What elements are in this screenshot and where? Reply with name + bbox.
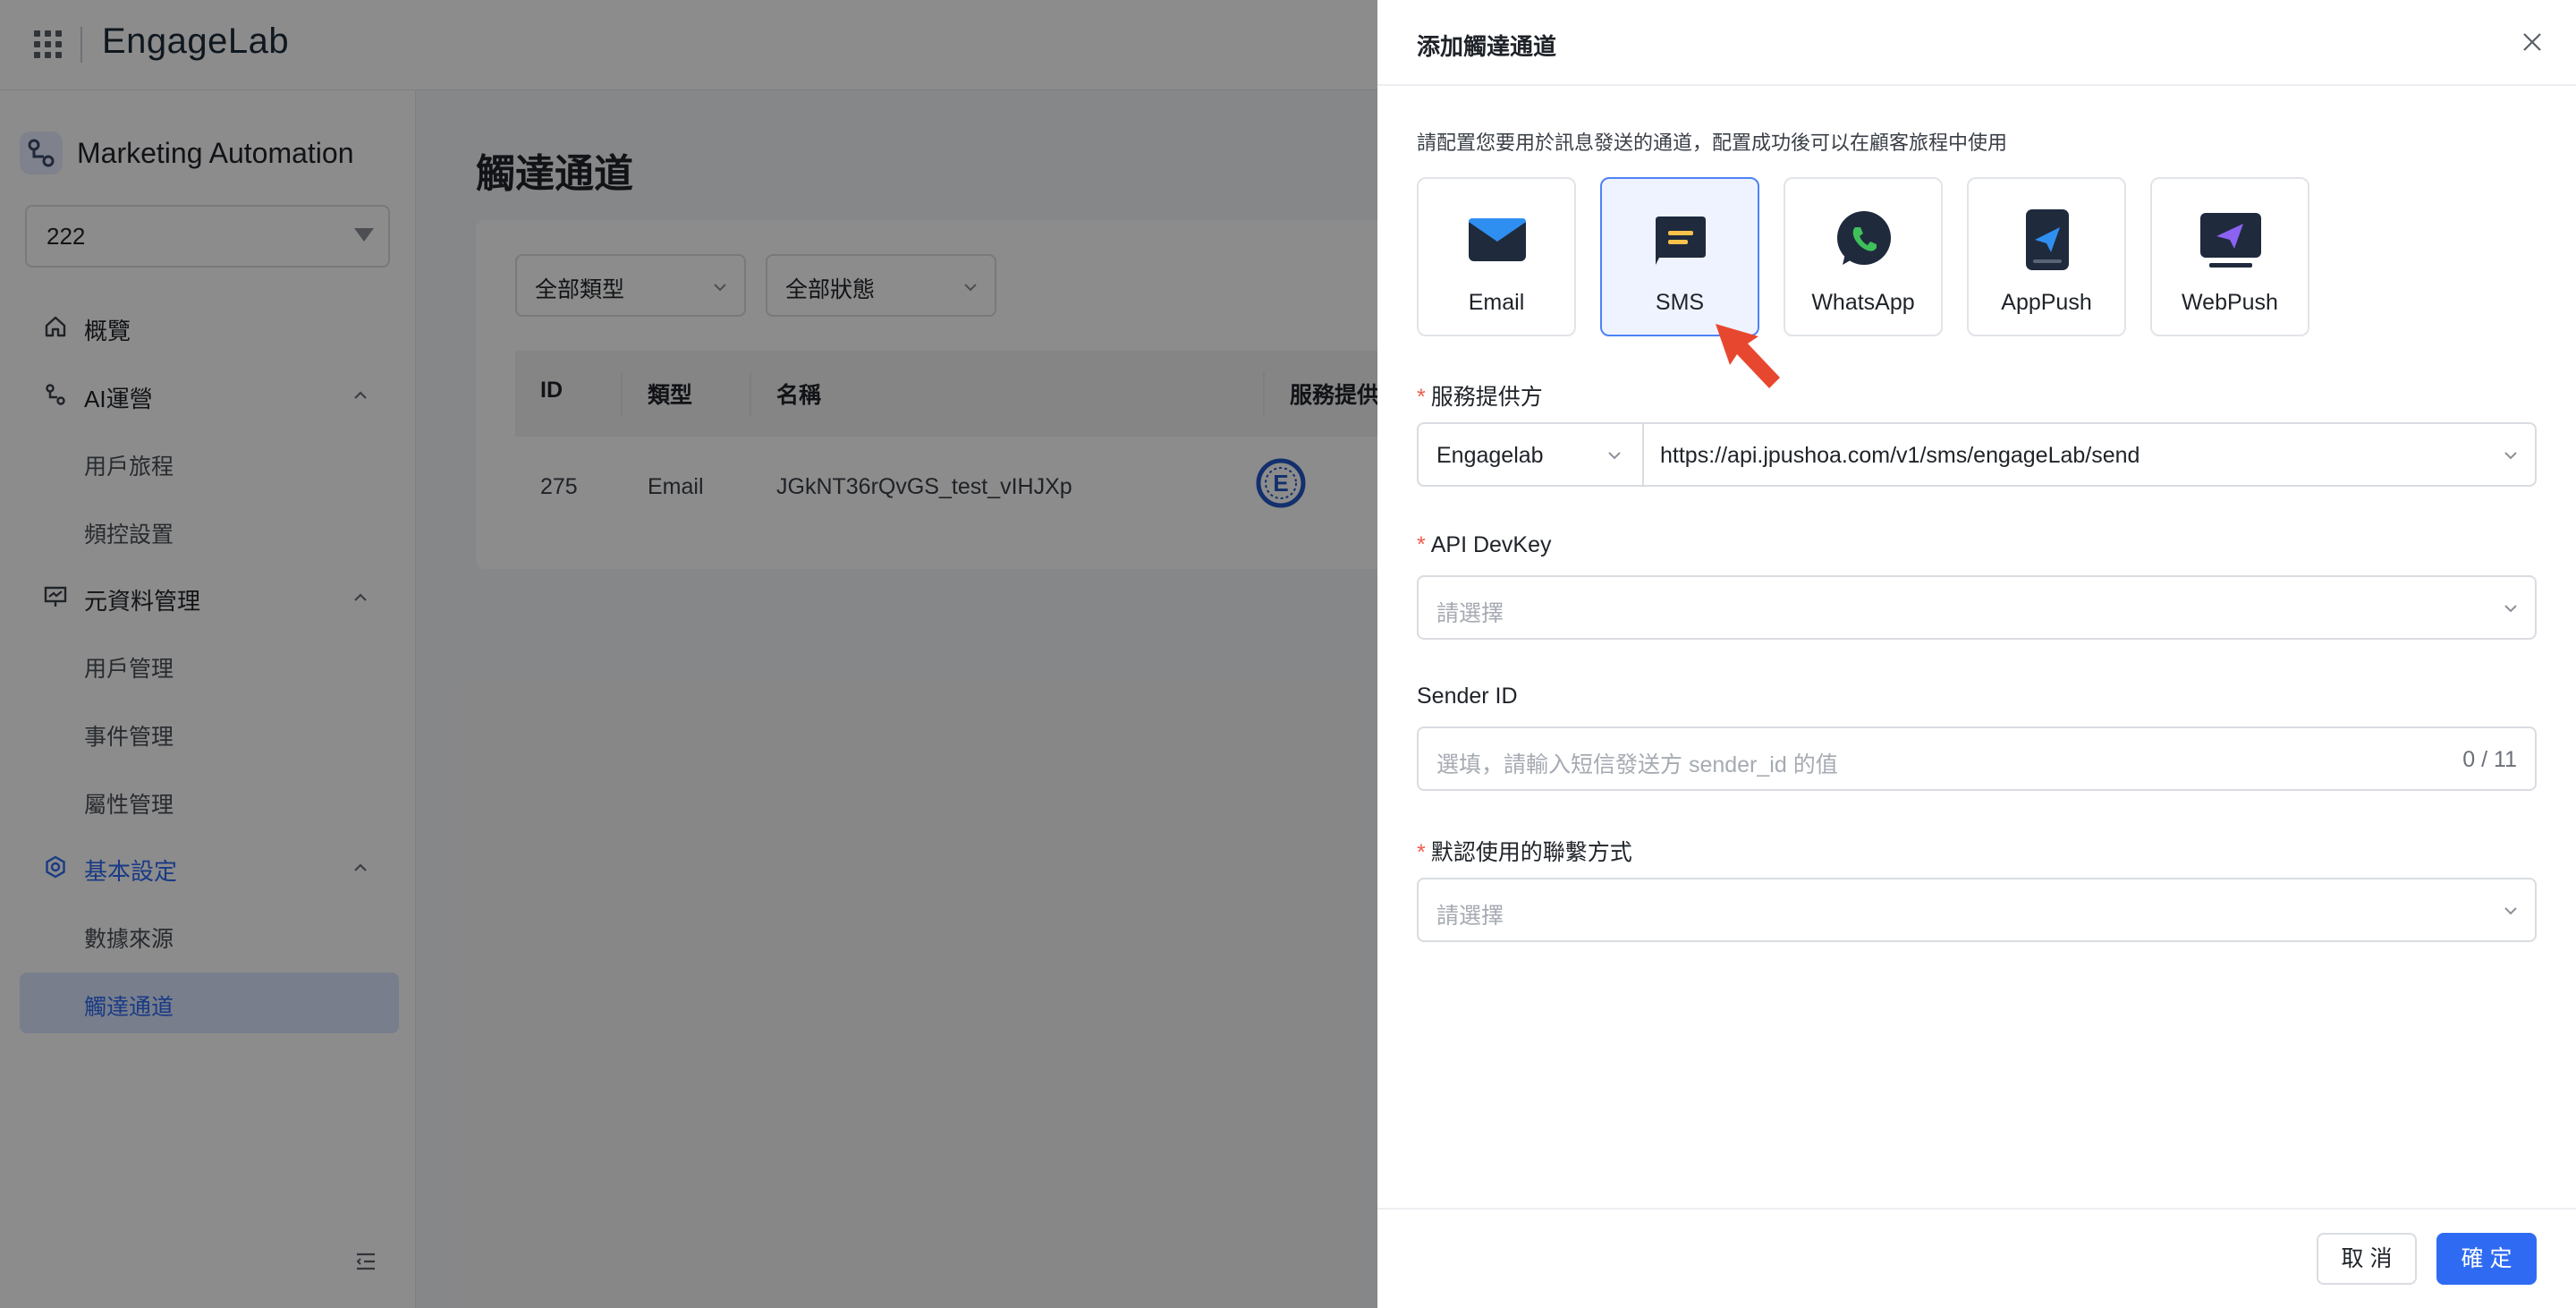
channel-label: WebPush xyxy=(2182,290,2278,315)
sms-icon xyxy=(1647,206,1715,274)
channel-label: Email xyxy=(1468,290,1525,315)
chevron-down-icon xyxy=(2501,599,2521,618)
provider-label: * 服務提供方 xyxy=(1417,385,1543,410)
field-split-divider xyxy=(1642,424,1644,485)
sender-id-input[interactable]: 選填，請輸入短信發送方 sender_id 的值 0 / 11 xyxy=(1417,726,2537,791)
apppush-icon xyxy=(2013,206,2081,274)
channel-card-apppush[interactable]: AppPush xyxy=(1967,177,2126,336)
channel-label: SMS xyxy=(1655,290,1705,315)
required-mark: * xyxy=(1417,840,1426,865)
devkey-label: * API DevKey xyxy=(1417,532,1552,557)
required-mark: * xyxy=(1417,385,1426,410)
channel-card-webpush[interactable]: WebPush xyxy=(2150,177,2309,336)
webpush-icon xyxy=(2197,206,2265,274)
whatsapp-icon xyxy=(1830,206,1898,274)
chevron-down-icon xyxy=(2501,901,2521,921)
devkey-placeholder: 請選擇 xyxy=(1436,601,1504,626)
default-contact-label: * 默認使用的聯繫方式 xyxy=(1417,840,1632,865)
email-icon xyxy=(1463,206,1531,274)
cancel-button[interactable]: 取 消 xyxy=(2317,1233,2417,1285)
confirm-button[interactable]: 確 定 xyxy=(2436,1233,2537,1285)
provider-url-select-value[interactable]: https://api.jpushoa.com/v1/sms/engageLab… xyxy=(1660,443,2140,469)
channel-card-whatsapp[interactable]: WhatsApp xyxy=(1784,177,1943,336)
drawer-footer-divider xyxy=(1377,1208,2576,1210)
chevron-down-icon xyxy=(2501,446,2521,465)
default-contact-placeholder: 請選擇 xyxy=(1436,904,1504,929)
channel-label: WhatsApp xyxy=(1811,290,1915,315)
default-contact-select[interactable]: 請選擇 xyxy=(1417,878,2537,942)
required-mark: * xyxy=(1417,532,1426,557)
sender-id-placeholder: 選填，請輸入短信發送方 sender_id 的值 xyxy=(1436,752,1838,777)
drawer-title: 添加觸達通道 xyxy=(1417,33,1557,60)
devkey-select[interactable]: 請選擇 xyxy=(1417,575,2537,640)
pointer-arrow-icon xyxy=(1714,322,1785,394)
channel-card-sms[interactable]: SMS xyxy=(1600,177,1759,336)
drawer-header-divider xyxy=(1377,84,2576,86)
provider-select-value[interactable]: Engagelab xyxy=(1436,443,1544,469)
channel-label: AppPush xyxy=(2001,290,2092,315)
channel-card-email[interactable]: Email xyxy=(1417,177,1576,336)
add-channel-drawer: 添加觸達通道 請配置您要用於訊息發送的通道，配置成功後可以在顧客旅程中使用 Em… xyxy=(1377,0,2576,1308)
chevron-down-icon xyxy=(1605,446,1624,465)
provider-field: Engagelab https://api.jpushoa.com/v1/sms… xyxy=(1417,422,2537,487)
drawer-description: 請配置您要用於訊息發送的通道，配置成功後可以在顧客旅程中使用 xyxy=(1417,132,2008,154)
close-icon[interactable] xyxy=(2521,30,2544,54)
sender-id-label: Sender ID xyxy=(1417,684,1518,709)
character-counter: 0 / 11 xyxy=(2462,747,2517,772)
